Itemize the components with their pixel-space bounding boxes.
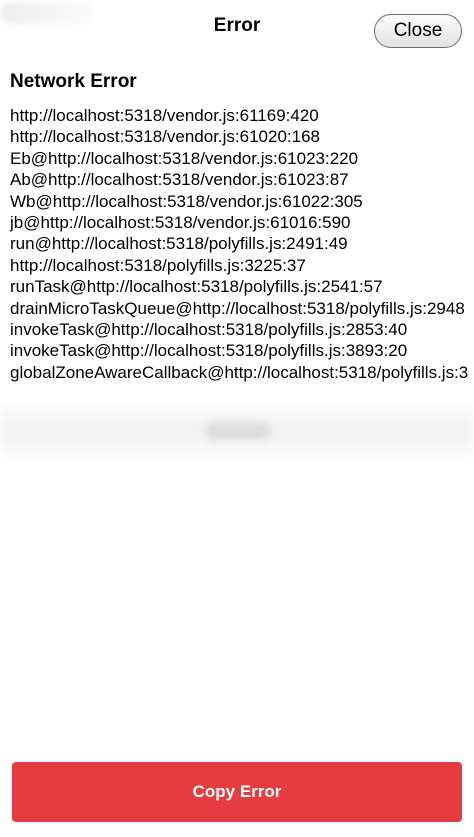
blurred-overlay-blob	[205, 422, 270, 440]
stack-trace-line: drainMicroTaskQueue@http://localhost:531…	[10, 298, 465, 318]
stack-trace-line: Ab@http://localhost:5318/vendor.js:61023…	[10, 170, 349, 190]
stack-trace-line: http://localhost:5318/vendor.js:61169:42…	[10, 106, 319, 125]
error-screen: Error Close Network Error http://localho…	[0, 0, 474, 837]
stack-trace-line: Wb@http://localhost:5318/vendor.js:61022…	[10, 191, 363, 211]
stack-trace-line: runTask@http://localhost:5318/polyfills.…	[10, 277, 383, 297]
stack-trace-line: Eb@http://localhost:5318/vendor.js:61023…	[10, 148, 359, 168]
stack-trace-line: http://localhost:5318/polyfills.js:3225:…	[10, 255, 306, 275]
stack-trace-line: invokeTask@http://localhost:5318/polyfil…	[10, 341, 408, 361]
copy-error-button[interactable]: Copy Error	[12, 762, 462, 822]
stack-trace-line: globalZoneAwareCallback@http://localhost…	[10, 362, 469, 382]
stack-trace-line: http://localhost:5318/vendor.js:61020:16…	[10, 127, 321, 147]
error-heading: Network Error	[10, 71, 137, 92]
close-button[interactable]: Close	[374, 14, 462, 48]
stack-trace-line: invokeTask@http://localhost:5318/polyfil…	[10, 320, 408, 340]
stack-trace-line: jb@http://localhost:5318/vendor.js:61016…	[10, 213, 351, 233]
stack-trace-list: http://localhost:5318/vendor.js:61169:42…	[10, 105, 474, 383]
stack-trace-line: run@http://localhost:5318/polyfills.js:2…	[10, 234, 348, 254]
